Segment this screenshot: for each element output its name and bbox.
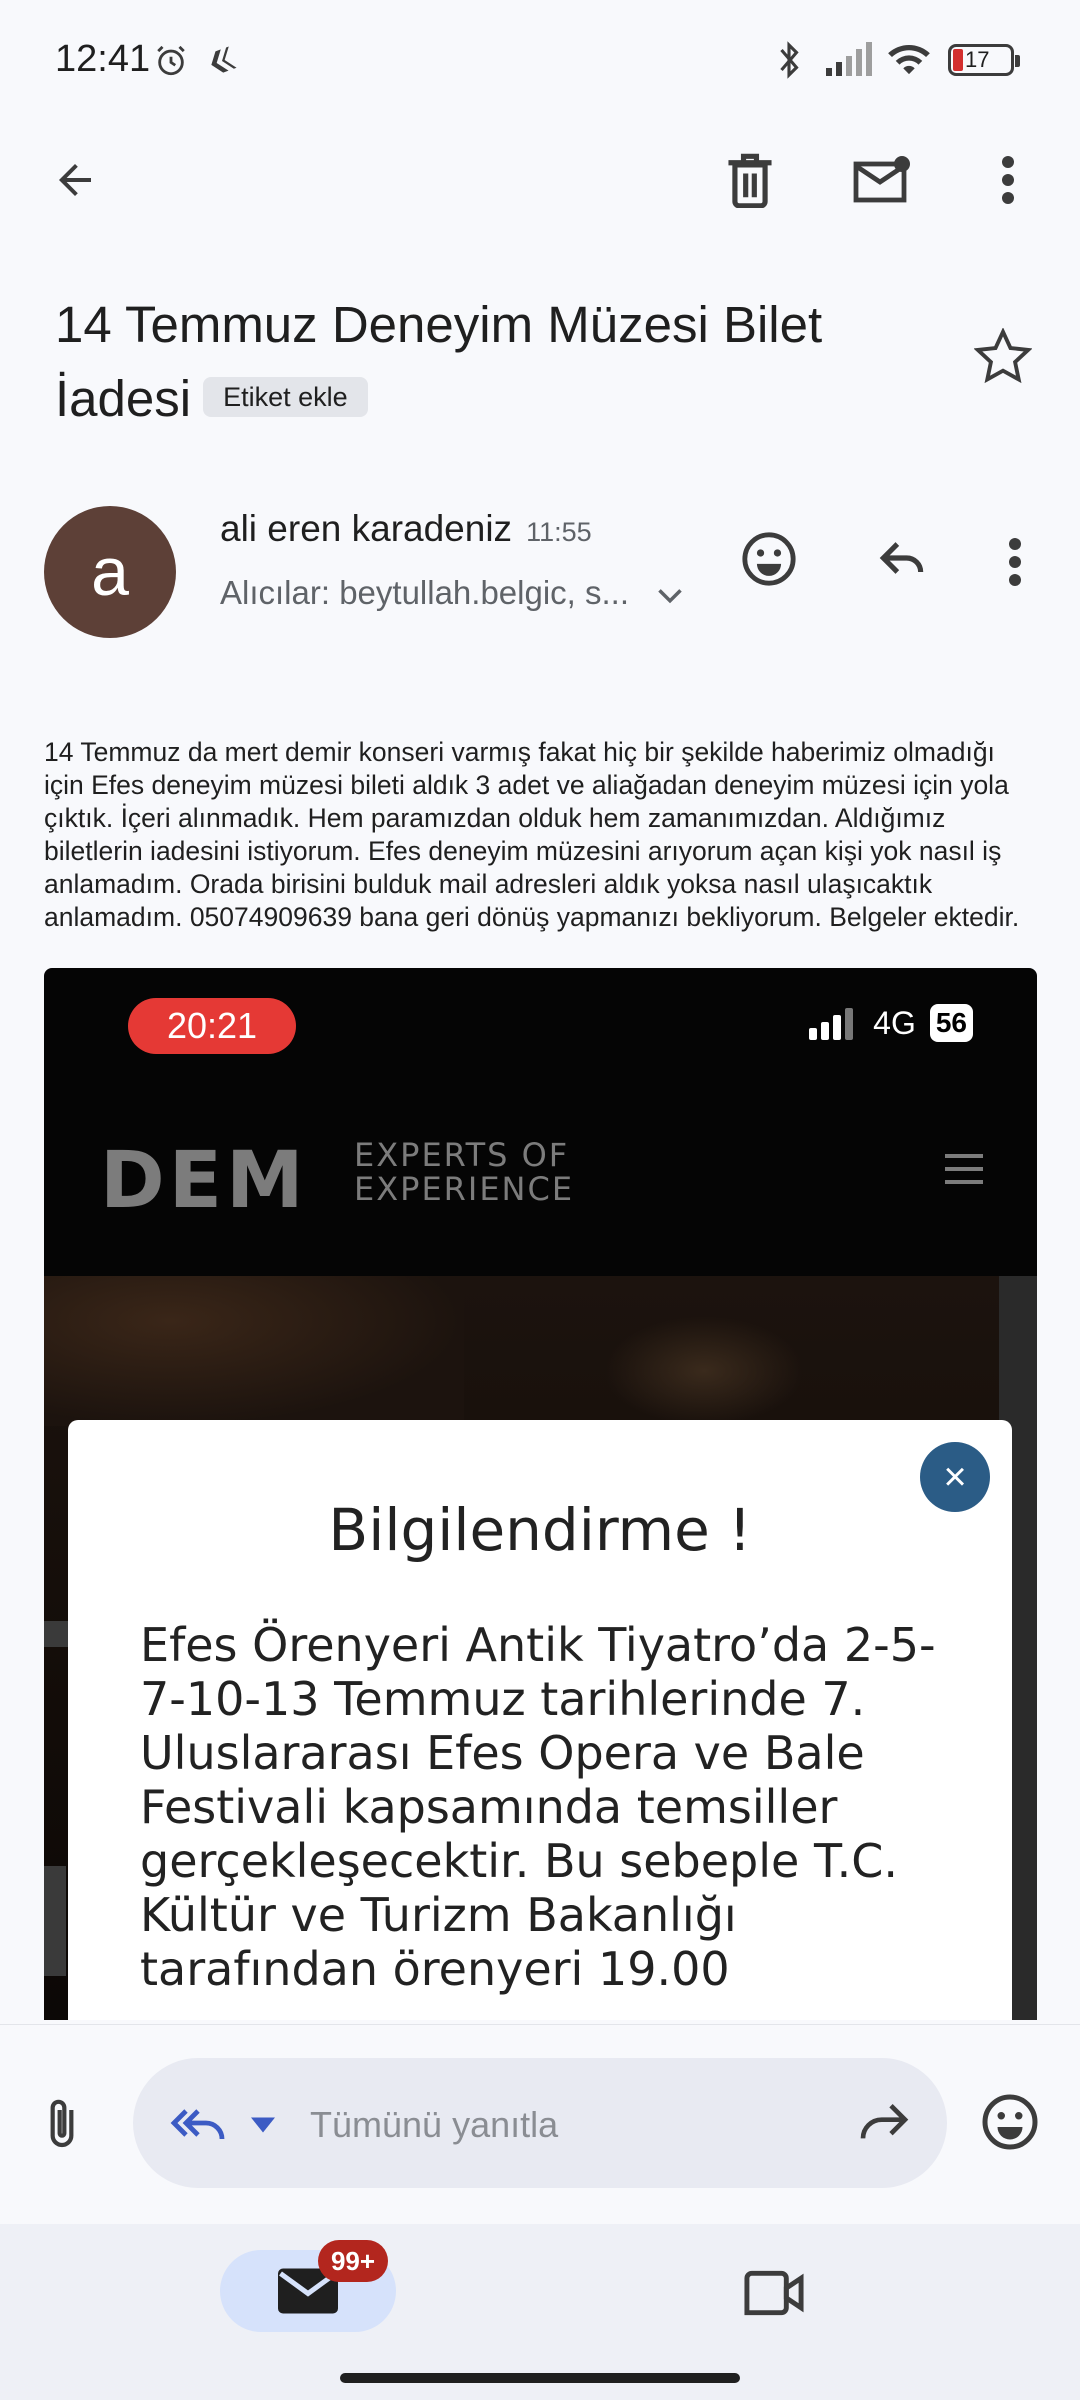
home-indicator: [340, 2373, 740, 2383]
more-vert-icon: [1002, 156, 1014, 204]
chevron-down-icon: [658, 589, 682, 604]
app-notification-icon: [211, 46, 237, 73]
video-camera-icon: [744, 2270, 804, 2316]
reply-all-icon: [170, 2109, 225, 2140]
forward-button[interactable]: [856, 2098, 916, 2150]
mark-unread-button[interactable]: [842, 140, 922, 220]
battery-level: 17: [965, 47, 990, 72]
sender-line[interactable]: ali eren karadeniz 11:55: [220, 508, 592, 550]
reply-icon: [879, 542, 924, 574]
status-time: 12:41: [55, 38, 151, 80]
back-button[interactable]: [35, 140, 115, 220]
sender-name: ali eren karadeniz: [220, 508, 513, 549]
reply-placeholder: Tümünü yanıtla: [310, 2104, 559, 2145]
more-options-button[interactable]: [968, 140, 1048, 220]
dem-logo-sub: EXPERTS OF EXPERIENCE: [354, 1138, 574, 1206]
dropdown-arrow-icon: [251, 2117, 275, 2133]
star-button[interactable]: [973, 327, 1054, 396]
phone-time-pill: 20:21: [128, 998, 296, 1054]
attach-button[interactable]: [42, 2096, 90, 2152]
subject-text: 14 Temmuz Deneyim Müzesi Bilet İadesi: [55, 296, 823, 427]
phone-status-icons: 4G 56: [809, 1004, 973, 1042]
attachment-icon: [50, 2099, 74, 2148]
reply-button[interactable]: [874, 530, 938, 594]
network-type: 4G: [873, 1004, 916, 1041]
more-vert-icon: [1009, 538, 1021, 586]
add-label-chip[interactable]: Etiket ekle: [203, 376, 368, 417]
delete-button[interactable]: [710, 140, 790, 220]
email-body: 14 Temmuz da mert demir konseri varmış f…: [44, 737, 1020, 932]
sender-more-button[interactable]: [1008, 530, 1030, 594]
recipients-line[interactable]: Alıcılar: beytullah.belgic, s...: [220, 574, 684, 612]
recipients-text: Alıcılar: beytullah.belgic, s...: [220, 574, 630, 611]
sender-time: 11:55: [526, 517, 592, 547]
logo-sub-line-2: EXPERIENCE: [354, 1170, 575, 1208]
bluetooth-icon: [780, 41, 799, 79]
emoji-icon: [982, 2094, 1038, 2150]
react-emoji-button[interactable]: [740, 530, 804, 594]
star-icon: [973, 327, 1033, 384]
signal-icon: [809, 1008, 854, 1040]
nav-meet-tab[interactable]: [720, 2250, 840, 2332]
back-arrow-icon: [59, 164, 91, 196]
email-subject: 14 Temmuz Deneyim Müzesi Bilet İadesi Eti…: [55, 288, 915, 436]
wifi-icon: [888, 44, 930, 75]
dem-logo: DEM: [100, 1136, 308, 1226]
forward-icon: [860, 2104, 909, 2139]
modal-body: Efes Örenyeri Antik Tiyatro’da 2-5-7-10-…: [140, 1618, 936, 1996]
alarm-icon: [157, 45, 185, 76]
emoji-button[interactable]: [980, 2092, 1044, 2156]
attached-image[interactable]: 20:21 4G 56 DEM EXPERTS OF EXPERIENCE × …: [44, 968, 1037, 2020]
emoji-icon: [742, 532, 796, 586]
sender-avatar[interactable]: a: [44, 506, 176, 638]
hamburger-menu-icon: [945, 1154, 983, 1193]
mark-unread-icon: [853, 156, 910, 203]
signal-icon: [826, 42, 872, 76]
phone-battery: 56: [929, 1004, 973, 1042]
battery-icon: 17: [948, 44, 1020, 76]
reply-all-mode-button[interactable]: [168, 2098, 284, 2150]
logo-sub-line-1: EXPERTS OF: [354, 1136, 570, 1174]
delete-icon: [728, 153, 772, 208]
modal-title: Bilgilendirme !: [328, 1496, 752, 1564]
mail-badge: 99+: [318, 2240, 388, 2282]
